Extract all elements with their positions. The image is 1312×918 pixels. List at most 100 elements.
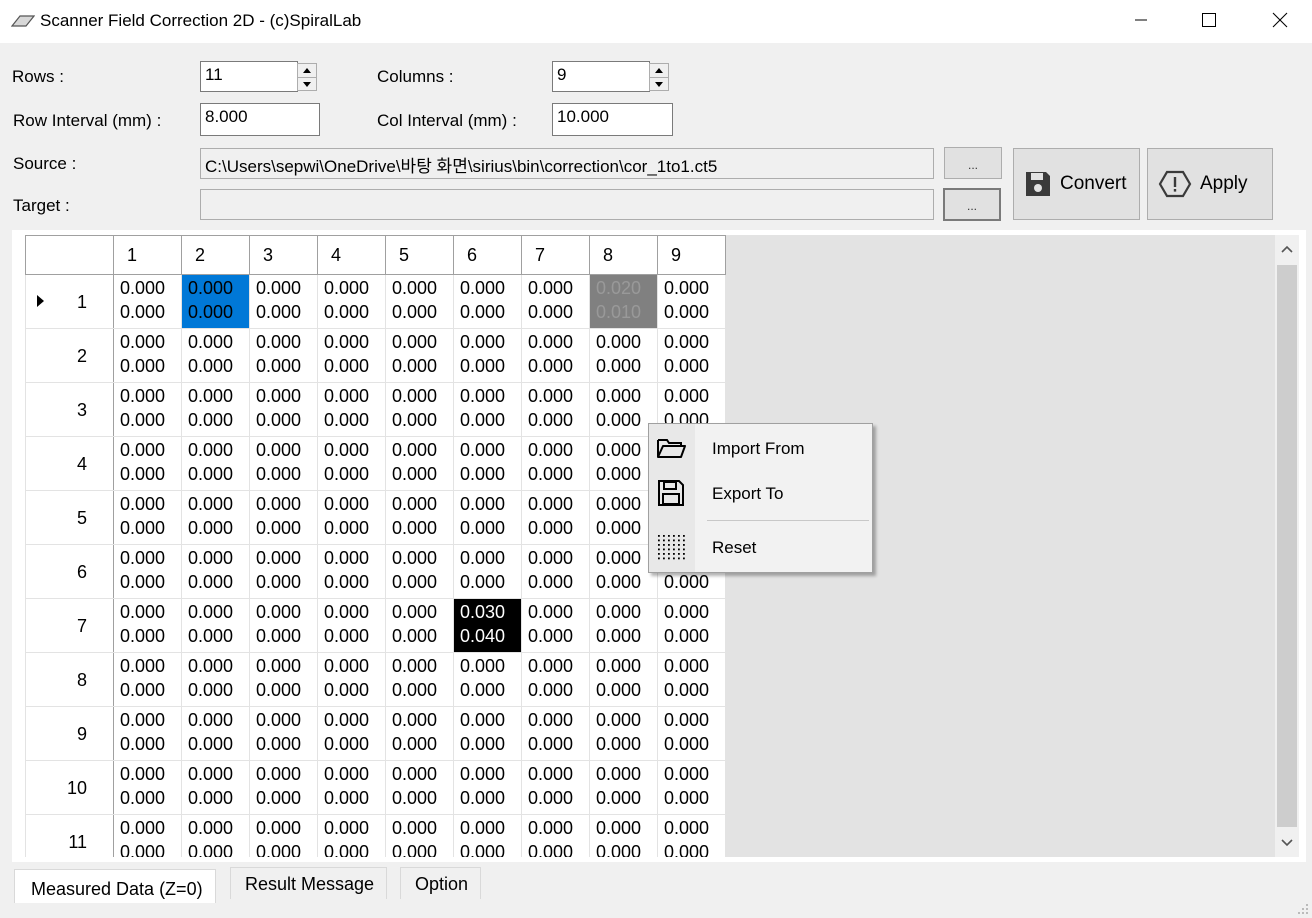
grid-cell[interactable]: 0.000 0.000 — [113, 328, 182, 383]
grid-cell[interactable]: 0.000 0.000 — [657, 598, 726, 653]
target-browse-button[interactable]: ... — [943, 188, 1001, 221]
grid-cell[interactable]: 0.000 0.000 — [589, 598, 658, 653]
grid-cell[interactable]: 0.000 0.000 — [113, 490, 182, 545]
grid-cell[interactable]: 0.000 0.000 — [181, 328, 250, 383]
grid-cell[interactable]: 0.000 0.000 — [589, 814, 658, 857]
row-header[interactable]: 10 — [25, 760, 114, 815]
grid-cell[interactable]: 0.000 0.000 — [317, 382, 386, 437]
resize-grip-icon[interactable] — [1296, 902, 1310, 916]
grid-cell[interactable]: 0.000 0.000 — [249, 382, 318, 437]
grid-cell[interactable]: 0.000 0.000 — [181, 652, 250, 707]
grid-cell[interactable]: 0.000 0.000 — [249, 328, 318, 383]
grid-cell[interactable]: 0.000 0.000 — [589, 328, 658, 383]
table-row[interactable]: 2 0.000 0.000 0.000 0.000 0.000 0.000 0.000 0.00… — [25, 328, 726, 383]
grid-cell[interactable]: 0.000 0.000 — [589, 706, 658, 761]
grid-cell[interactable]: 0.000 0.000 — [453, 436, 522, 491]
grid-cell[interactable]: 0.000 0.000 — [385, 544, 454, 599]
grid-cell[interactable]: 0.000 0.000 — [521, 544, 590, 599]
grid-cell[interactable]: 0.000 0.000 — [317, 814, 386, 857]
grid-cell[interactable]: 0.000 0.000 — [453, 274, 522, 329]
grid-cell[interactable]: 0.000 0.000 — [249, 544, 318, 599]
grid-cell[interactable]: 0.000 0.000 — [317, 544, 386, 599]
grid-cell[interactable]: 0.000 0.000 — [453, 382, 522, 437]
target-path-field[interactable] — [200, 189, 934, 220]
grid-cell[interactable]: 0.000 0.000 — [181, 760, 250, 815]
grid-cell[interactable]: 0.000 0.000 — [453, 706, 522, 761]
grid-cell[interactable]: 0.000 0.000 — [181, 544, 250, 599]
grid-cell[interactable]: 0.000 0.000 — [521, 328, 590, 383]
grid-cell[interactable]: 0.000 0.000 — [657, 814, 726, 857]
grid-cell[interactable]: 0.000 0.000 — [317, 760, 386, 815]
scroll-up-icon[interactable] — [1275, 237, 1299, 261]
column-header[interactable]: 2 — [181, 235, 250, 275]
column-header[interactable]: 1 — [113, 235, 182, 275]
minimize-button[interactable] — [1118, 0, 1164, 40]
grid-cell[interactable]: 0.000 0.000 — [113, 382, 182, 437]
spin-down-icon[interactable] — [298, 77, 316, 91]
scroll-down-icon[interactable] — [1275, 831, 1299, 855]
grid-cell[interactable]: 0.000 0.000 — [181, 490, 250, 545]
grid-cell[interactable]: 0.000 0.000 — [113, 814, 182, 857]
grid-cell[interactable]: 0.000 0.000 — [181, 382, 250, 437]
table-row[interactable]: 5 0.000 0.000 0.000 0.000 0.000 0.000 0.000 0.00… — [25, 490, 726, 545]
column-header[interactable]: 5 — [385, 235, 454, 275]
measured-data-table[interactable]: 123456789 1 0.000 0.000 0.000 0.000 0.000 0.00… — [25, 235, 726, 857]
grid-cell[interactable]: 0.000 0.000 — [113, 598, 182, 653]
grid-cell[interactable]: 0.000 0.000 — [113, 544, 182, 599]
table-row[interactable]: 1 0.000 0.000 0.000 0.000 0.000 0.000 0.000 0.00… — [25, 274, 726, 329]
spin-down-icon[interactable] — [650, 77, 668, 91]
scrollbar-thumb[interactable] — [1277, 265, 1297, 827]
tab-measured-data[interactable]: Measured Data (Z=0) — [14, 869, 216, 903]
row-header[interactable]: 4 — [25, 436, 114, 491]
spin-up-icon[interactable] — [650, 64, 668, 77]
column-header[interactable]: 9 — [657, 235, 726, 275]
table-row[interactable]: 8 0.000 0.000 0.000 0.000 0.000 0.000 0.000 0.00… — [25, 652, 726, 707]
column-header[interactable]: 8 — [589, 235, 658, 275]
grid-cell[interactable]: 0.000 0.000 — [317, 274, 386, 329]
row-header[interactable]: 9 — [25, 706, 114, 761]
row-header[interactable]: 11 — [25, 814, 114, 857]
grid-cell[interactable]: 0.000 0.000 — [317, 598, 386, 653]
grid-cell[interactable]: 0.000 0.000 — [657, 274, 726, 329]
grid-cell[interactable]: 0.000 0.000 — [385, 382, 454, 437]
grid-cell[interactable]: 0.000 0.000 — [181, 598, 250, 653]
grid-cell[interactable]: 0.000 0.000 — [385, 436, 454, 491]
table-row[interactable]: 10 0.000 0.000 0.000 0.000 0.000 0.000 0.000 0.0… — [25, 760, 726, 815]
grid-cell[interactable]: 0.000 0.000 — [521, 652, 590, 707]
grid-cell[interactable]: 0.000 0.000 — [453, 544, 522, 599]
grid-cell[interactable]: 0.000 0.000 — [521, 490, 590, 545]
grid-cell[interactable]: 0.000 0.000 — [521, 598, 590, 653]
row-header[interactable]: 6 — [25, 544, 114, 599]
grid-cell[interactable]: 0.000 0.000 — [521, 382, 590, 437]
source-browse-button[interactable]: ... — [944, 147, 1002, 179]
grid-cell[interactable]: 0.000 0.000 — [317, 652, 386, 707]
grid-cell[interactable]: 0.000 0.000 — [657, 760, 726, 815]
menu-item-import-from[interactable]: Import From — [649, 429, 872, 467]
grid-cell[interactable]: 0.000 0.000 — [385, 274, 454, 329]
grid-cell[interactable]: 0.000 0.000 — [113, 652, 182, 707]
grid-corner-header[interactable] — [25, 235, 114, 275]
grid-cell[interactable]: 0.000 0.000 — [249, 598, 318, 653]
grid-cell[interactable]: 0.000 0.000 — [181, 274, 250, 329]
grid-cell[interactable]: 0.000 0.000 — [317, 706, 386, 761]
grid-cell[interactable]: 0.000 0.000 — [385, 328, 454, 383]
table-row[interactable]: 7 0.000 0.000 0.000 0.000 0.000 0.000 0.000 0.00… — [25, 598, 726, 653]
grid-cell[interactable]: 0.000 0.000 — [453, 490, 522, 545]
source-path-field[interactable]: C:\Users\sepwi\OneDrive\바탕 화면\sirius\bin… — [200, 148, 934, 179]
grid-cell[interactable]: 0.000 0.000 — [385, 814, 454, 857]
grid-cell[interactable]: 0.000 0.000 — [385, 490, 454, 545]
grid-cell[interactable]: 0.000 0.000 — [657, 706, 726, 761]
grid-cell[interactable]: 0.000 0.000 — [589, 652, 658, 707]
table-row[interactable]: 6 0.000 0.000 0.000 0.000 0.000 0.000 0.000 0.00… — [25, 544, 726, 599]
grid-cell[interactable]: 0.000 0.000 — [249, 652, 318, 707]
grid-cell[interactable]: 0.000 0.000 — [113, 274, 182, 329]
row-interval-input[interactable]: 8.000 — [200, 103, 320, 136]
row-header[interactable]: 5 — [25, 490, 114, 545]
row-header[interactable]: 3 — [25, 382, 114, 437]
close-button[interactable] — [1257, 0, 1303, 40]
grid-cell[interactable]: 0.000 0.000 — [521, 814, 590, 857]
grid-cell[interactable]: 0.000 0.000 — [453, 814, 522, 857]
vertical-scrollbar[interactable] — [1275, 235, 1299, 857]
rows-input[interactable]: 11 — [200, 61, 298, 92]
grid-cell[interactable]: 0.000 0.000 — [453, 760, 522, 815]
